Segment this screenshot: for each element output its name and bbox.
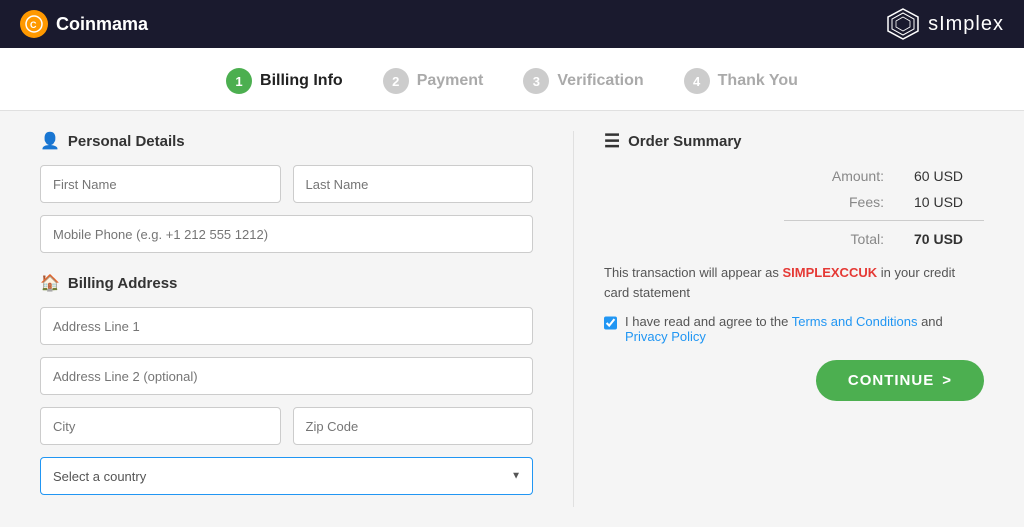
continue-button[interactable]: CONTINUE > (816, 360, 984, 401)
amount-row: Amount: 60 USD (604, 168, 984, 184)
panel-divider (573, 131, 574, 507)
person-icon: 👤 (40, 131, 60, 151)
terms-link[interactable]: Terms and Conditions (792, 314, 918, 329)
coinmama-icon: C (20, 10, 48, 38)
brand-logo: C Coinmama (20, 10, 148, 38)
step-num-4: 4 (684, 68, 710, 94)
fees-value: 10 USD (914, 194, 984, 210)
address1-row (40, 307, 533, 345)
billing-address-title: 🏠 Billing Address (40, 273, 533, 293)
agree-text: I have read and agree to the Terms and C… (625, 314, 984, 344)
simplex-logo-icon (886, 7, 920, 41)
agree-checkbox[interactable] (604, 316, 617, 330)
last-name-input[interactable] (293, 165, 534, 203)
phone-input[interactable] (40, 215, 533, 253)
step-num-1: 1 (226, 68, 252, 94)
country-select[interactable]: Select a country (40, 457, 533, 495)
transaction-note-prefix: This transaction will appear as (604, 265, 782, 280)
total-row: Total: 70 USD (604, 231, 984, 247)
privacy-link[interactable]: Privacy Policy (625, 329, 706, 344)
step-verification: 3 Verification (523, 68, 643, 94)
step-payment: 2 Payment (383, 68, 484, 94)
step-label-verification: Verification (557, 72, 643, 90)
step-label-payment: Payment (417, 72, 484, 90)
steps-bar: 1 Billing Info 2 Payment 3 Verification … (0, 48, 1024, 111)
order-divider (784, 220, 984, 221)
fees-label: Fees: (849, 194, 884, 210)
order-summary-title: ☰ Order Summary (604, 131, 984, 152)
step-num-2: 2 (383, 68, 409, 94)
step-billing[interactable]: 1 Billing Info (226, 68, 343, 94)
simplex-brand: sImplex (886, 7, 1004, 41)
svg-text:C: C (30, 20, 37, 30)
header: C Coinmama sImplex (0, 0, 1024, 48)
personal-details-title: 👤 Personal Details (40, 131, 533, 151)
total-value: 70 USD (914, 231, 984, 247)
left-panel: 👤 Personal Details 🏠 Billing Address (40, 131, 563, 507)
city-input[interactable] (40, 407, 281, 445)
total-label: Total: (851, 231, 884, 247)
zip-input[interactable] (293, 407, 534, 445)
agree-row: I have read and agree to the Terms and C… (604, 314, 984, 344)
home-icon: 🏠 (40, 273, 60, 293)
step-label-billing: Billing Info (260, 72, 343, 90)
billing-address-section: 🏠 Billing Address Select a country (40, 273, 533, 495)
country-select-wrapper: Select a country (40, 457, 533, 495)
right-panel: ☰ Order Summary Amount: 60 USD Fees: 10 … (584, 131, 984, 507)
address2-input[interactable] (40, 357, 533, 395)
step-num-3: 3 (523, 68, 549, 94)
amount-value: 60 USD (914, 168, 984, 184)
transaction-note: This transaction will appear as SIMPLEXC… (604, 263, 984, 302)
address1-input[interactable] (40, 307, 533, 345)
list-icon: ☰ (604, 131, 620, 152)
name-row (40, 165, 533, 203)
simplex-brand-name: SIMPLEXCCUK (782, 265, 877, 280)
amount-label: Amount: (832, 168, 884, 184)
first-name-input[interactable] (40, 165, 281, 203)
phone-row (40, 215, 533, 253)
fees-row: Fees: 10 USD (604, 194, 984, 210)
arrow-right-icon: > (942, 372, 952, 389)
step-label-thankyou: Thank You (718, 72, 798, 90)
main-content: 👤 Personal Details 🏠 Billing Address (0, 111, 1024, 527)
simplex-label: sImplex (928, 13, 1004, 36)
coinmama-label: Coinmama (56, 14, 148, 35)
address2-row (40, 357, 533, 395)
step-thankyou: 4 Thank You (684, 68, 798, 94)
city-zip-row (40, 407, 533, 445)
country-row: Select a country (40, 457, 533, 495)
